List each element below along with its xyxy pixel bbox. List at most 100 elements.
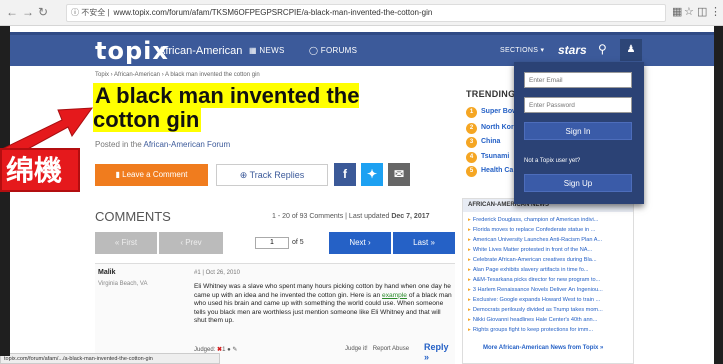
forums-icon: ◯: [309, 46, 319, 55]
site-header: topix African-American ▦ NEWS ◯ FORUMS S…: [0, 32, 723, 66]
breadcrumb[interactable]: Topix › African-American › A black man i…: [95, 72, 260, 78]
trending-label: Tsunami: [481, 153, 510, 160]
report-abuse-link[interactable]: Report Abuse: [373, 346, 409, 352]
posted-prefix: Posted in the: [95, 140, 142, 149]
forward-icon[interactable]: →: [22, 5, 34, 19]
news-link[interactable]: A&M-Texarkana picks director for new pro…: [468, 277, 632, 283]
nav-sections[interactable]: SECTIONS ▾: [500, 46, 544, 54]
forums-label: FORUMS: [320, 46, 358, 55]
more-news-link[interactable]: More African-American News from Topix »: [483, 345, 603, 351]
nav-news[interactable]: ▦ NEWS: [249, 46, 285, 55]
email-share-icon[interactable]: ✉: [388, 163, 410, 186]
news-link[interactable]: American University Launches Anti-Racism…: [468, 237, 632, 243]
news-label: NEWS: [259, 46, 285, 55]
news-link[interactable]: Celebrate African-American creatives dur…: [468, 257, 632, 263]
bookmark-star-icon[interactable]: ☆: [684, 6, 694, 18]
trending-item[interactable]: 4 Tsunami: [466, 152, 509, 163]
trending-number: 5: [466, 166, 477, 177]
url-text: www.topix.com/forum/afam/TKSM6OFPEGPSRCP…: [113, 8, 433, 17]
reply-link[interactable]: Reply »: [424, 342, 455, 362]
updated-label: Last updated: [348, 213, 390, 220]
trending-item[interactable]: 3 China: [466, 137, 500, 148]
track-replies-button[interactable]: ⊕ Track Replies: [216, 164, 328, 186]
news-link[interactable]: Florida moves to replace Confederate sta…: [468, 227, 632, 233]
comment-item: Malik Virginia Beach, VA #1 | Oct 26, 20…: [95, 263, 455, 364]
extension-icon[interactable]: ◫: [697, 6, 707, 18]
comments-range: 1 - 20 of 93 Comments: [272, 213, 344, 220]
browser-toolbar: ← → ↻ ⓘ 不安全 | www.topix.com/forum/afam/TK…: [0, 0, 723, 26]
news-link[interactable]: White Lives Matter protested in front of…: [468, 247, 632, 253]
first-label: First: [121, 238, 138, 247]
menu-icon[interactable]: ⋮: [710, 6, 721, 18]
updated-date: Dec 7, 2017: [391, 213, 430, 220]
next-page-button[interactable]: Next ›: [329, 232, 391, 254]
password-field[interactable]: [524, 97, 632, 113]
judge-it-link[interactable]: Judge it!: [345, 346, 368, 352]
news-link[interactable]: 3 Harlem Renaissance Novels Deliver An I…: [468, 287, 632, 293]
overlay-text: 绵機: [6, 154, 63, 187]
forum-name[interactable]: African-American: [158, 45, 242, 57]
nav-forums[interactable]: ◯ FORUMS: [309, 46, 357, 55]
comment-author[interactable]: Malik: [98, 269, 116, 276]
sign-in-button[interactable]: Sign In: [524, 122, 632, 140]
trending-item[interactable]: 1 Super Bow: [466, 107, 518, 118]
login-dropdown: Sign In Not a Topix user yet? Sign Up: [514, 62, 644, 204]
not-user-text: Not a Topix user yet?: [524, 158, 581, 164]
trending-number: 4: [466, 152, 477, 163]
next-label: Next: [349, 238, 366, 247]
reload-icon[interactable]: ↻: [38, 5, 48, 19]
leave-comment-button[interactable]: ▮ Leave a Comment: [95, 164, 208, 186]
comment-meta: #1 | Oct 26, 2010: [194, 270, 240, 276]
facebook-share-icon[interactable]: f: [334, 163, 356, 186]
sign-up-button[interactable]: Sign Up: [524, 174, 632, 192]
translate-icon[interactable]: ▦: [672, 6, 682, 18]
pagination: « First ‹ Prev 1 of 5 Next › Last »: [95, 232, 455, 254]
page-count: of 5: [292, 239, 304, 246]
comment-number[interactable]: #1: [194, 270, 201, 276]
security-label: 不安全: [81, 8, 106, 17]
nav-stars[interactable]: stars: [558, 43, 587, 57]
status-bar-url: topix.com/forum/afam/.../a-black-man-inv…: [0, 353, 220, 364]
comment-icon: ▮: [115, 170, 120, 179]
page-number-input[interactable]: 1: [255, 237, 289, 249]
comment-body-link[interactable]: example: [382, 292, 407, 299]
posted-forum-link[interactable]: African-American Forum: [143, 140, 230, 149]
trending-item[interactable]: 5 Health Ca: [466, 166, 513, 177]
twitter-share-icon[interactable]: ✦: [361, 163, 383, 186]
news-link[interactable]: Alan Page exhibits slavery artifacts in …: [468, 267, 632, 273]
security-indicator[interactable]: ⓘ 不安全 |: [71, 8, 110, 17]
trending-label: North Kor: [481, 124, 514, 131]
trending-heading: TRENDING: [466, 89, 516, 99]
overlay-label: 绵機: [0, 148, 80, 192]
news-link[interactable]: Rights groups fight to keep protections …: [468, 327, 632, 333]
page-title: A black man invented the cotton gin: [93, 83, 423, 132]
comment-actions: Judge it! Report Abuse: [345, 346, 409, 352]
news-link[interactable]: Nikki Giovanni headlines Hale Center's 4…: [468, 317, 632, 323]
sections-label: SECTIONS: [500, 47, 539, 54]
user-icon[interactable]: ♟: [620, 39, 642, 61]
aa-news-panel: AFRICAN-AMERICAN NEWS Frederick Douglass…: [462, 198, 634, 364]
last-label: Last: [413, 238, 429, 247]
first-page-button[interactable]: « First: [95, 232, 157, 254]
comment-body: Eli Whitney was a slave who spent many h…: [194, 283, 453, 326]
news-link[interactable]: Frederick Douglass, champion of American…: [468, 217, 632, 223]
prev-page-button[interactable]: ‹ Prev: [159, 232, 223, 254]
track-replies-label: Track Replies: [249, 170, 305, 180]
address-bar[interactable]: ⓘ 不安全 | www.topix.com/forum/afam/TKSM6OFP…: [66, 4, 666, 22]
back-icon[interactable]: ←: [6, 5, 18, 19]
last-page-button[interactable]: Last »: [393, 232, 455, 254]
comment-location: Virginia Beach, VA: [98, 281, 148, 287]
search-icon[interactable]: ⚲: [598, 42, 607, 56]
lightbulb-icon: ●: [227, 347, 231, 353]
trending-number: 1: [466, 107, 477, 118]
trending-number: 3: [466, 137, 477, 148]
title-text: A black man invented the cotton gin: [93, 83, 360, 132]
comment-date: Oct 26, 2010: [205, 270, 240, 276]
judged-row: Judged: ✖1 ● ✎: [194, 347, 238, 353]
news-link[interactable]: Democrats perilously divided as Trump ta…: [468, 307, 632, 313]
caret-down-icon: ▾: [540, 47, 545, 54]
news-link[interactable]: Exclusive: Google expands Howard West to…: [468, 297, 632, 303]
email-field[interactable]: [524, 72, 632, 88]
comments-meta: 1 - 20 of 93 Comments | Last updated Dec…: [272, 213, 430, 220]
trending-item[interactable]: 2 North Kor: [466, 123, 514, 134]
